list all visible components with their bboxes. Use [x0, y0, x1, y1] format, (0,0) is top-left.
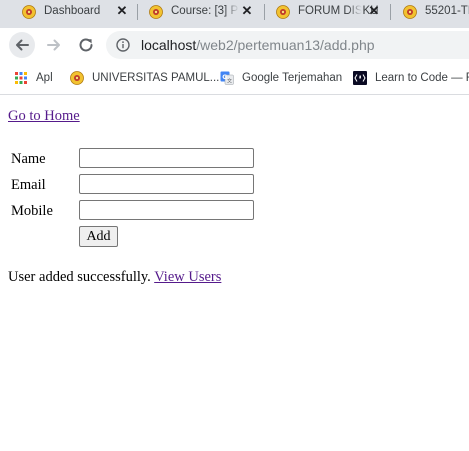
bookmark-label: UNIVERSITAS PAMUL... — [92, 72, 220, 84]
apps-grid-icon — [15, 72, 27, 84]
page-content: Go to Home Name Email Mobile Add User ad… — [0, 95, 469, 451]
name-field[interactable] — [79, 148, 254, 168]
tab-course[interactable]: Course: [3] P ✕ — [149, 0, 264, 26]
add-button[interactable]: Add — [79, 226, 118, 247]
tab-separator — [264, 4, 265, 20]
university-logo-icon — [149, 5, 163, 19]
tab-title-fade — [225, 0, 239, 26]
view-users-link[interactable]: View Users — [154, 269, 221, 285]
close-icon[interactable]: ✕ — [240, 4, 254, 18]
tab-separator — [390, 4, 391, 20]
university-logo-icon — [22, 5, 36, 19]
tab-forum[interactable]: FORUM DISKU ✕ — [276, 0, 388, 26]
browser-toolbar: localhost/web2/pertemuan13/add.php — [0, 28, 469, 62]
result-message: User added successfully. View Users — [8, 268, 221, 286]
university-logo-icon — [70, 71, 84, 85]
tab-55201[interactable]: 55201-TP — [403, 0, 469, 26]
svg-text:文: 文 — [227, 78, 232, 85]
url-text: localhost/web2/pertemuan13/add.php — [141, 38, 375, 53]
name-label: Name — [11, 151, 46, 167]
forward-arrow-icon[interactable] — [41, 32, 67, 58]
mobile-label: Mobile — [11, 203, 53, 219]
bookmark-label: Learn to Code — Fo — [375, 72, 469, 84]
info-icon[interactable] — [116, 38, 130, 52]
address-bar[interactable]: localhost/web2/pertemuan13/add.php — [106, 31, 469, 59]
university-logo-icon — [276, 5, 290, 19]
close-icon[interactable]: ✕ — [367, 4, 381, 18]
url-host: localhost — [141, 37, 197, 53]
mobile-field[interactable] — [79, 200, 254, 220]
google-translate-icon: G 文 — [220, 71, 234, 85]
back-arrow-icon[interactable] — [9, 32, 35, 58]
bookmark-label: Apl — [36, 72, 53, 84]
reload-icon[interactable] — [73, 32, 99, 58]
url-path: /web2/pertemuan13/add.php — [196, 37, 375, 53]
email-field[interactable] — [79, 174, 254, 194]
tab-strip: Dashboard ✕ Course: [3] P ✕ FORUM DISKU … — [0, 0, 469, 28]
bookmark-label: Google Terjemahan — [242, 72, 343, 84]
tab-title: 55201-TP — [425, 5, 469, 17]
bookmarks-bar: Apl UNIVERSITAS PAMUL... G 文 Google Terj… — [0, 62, 469, 95]
freecodecamp-icon — [353, 71, 367, 85]
go-to-home-link[interactable]: Go to Home — [8, 107, 80, 125]
tab-title: Dashboard — [44, 5, 101, 17]
success-text: User added successfully. — [8, 269, 151, 285]
university-logo-icon — [403, 5, 417, 19]
close-icon[interactable]: ✕ — [115, 4, 129, 18]
email-label: Email — [11, 177, 46, 193]
tab-title-fade — [348, 0, 362, 26]
tab-dashboard[interactable]: Dashboard ✕ — [22, 0, 132, 26]
tab-separator — [137, 4, 138, 20]
